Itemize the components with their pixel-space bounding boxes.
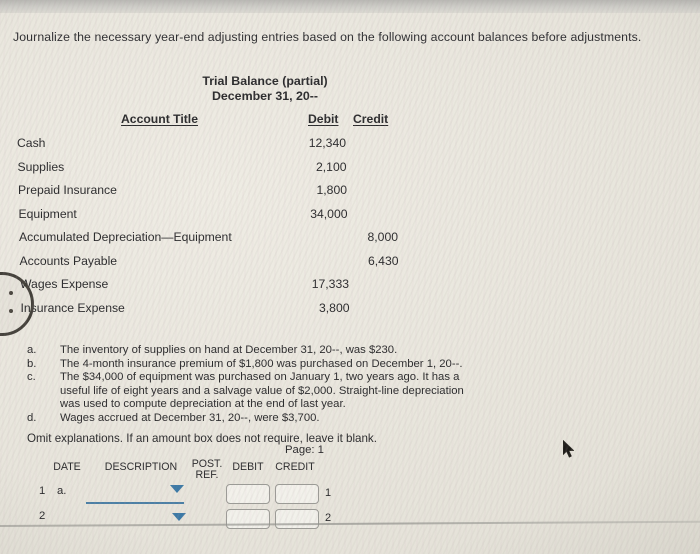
table-row: Cash 12,340	[0, 136, 420, 160]
account-name: Accounts Payable	[19, 253, 118, 268]
table-row: Equipment 34,000	[2, 207, 421, 231]
mouse-cursor-icon	[563, 440, 575, 458]
journal-debit-input[interactable]	[226, 509, 270, 529]
account-name: Insurance Expense	[20, 300, 125, 315]
exercise-content: Journalize the necessary year-end adjust…	[0, 0, 700, 554]
journal-header-post-ref: POST. REF.	[190, 459, 224, 481]
list-item-letter: c.	[27, 371, 36, 384]
journal-row-line-number: 2	[39, 510, 46, 522]
journal-header-post-ref-line2: REF.	[195, 469, 219, 481]
table-row: Prepaid Insurance 1,800	[1, 183, 420, 207]
account-name: Equipment	[18, 206, 77, 221]
screenshot-page: Journalize the necessary year-end adjust…	[0, 0, 700, 554]
list-item-text: Wages accrued at December 31, 20--, were…	[60, 411, 320, 424]
edge-annotation-dot	[9, 291, 13, 295]
omit-explanations-note: Omit explanations. If an amount box does…	[27, 431, 377, 445]
column-header-debit: Debit	[308, 112, 339, 126]
list-item: d. Wages accrued at December 31, 20--, w…	[27, 412, 487, 426]
account-debit: 12,340	[308, 136, 346, 150]
account-debit: 17,333	[311, 277, 349, 291]
account-debit: 1,800	[316, 183, 348, 197]
trial-balance-rows: Cash 12,340 Supplies 2,100 Prepaid Insur…	[0, 136, 420, 324]
journal-row-line-number: 1	[39, 485, 46, 497]
account-name: Supplies	[17, 159, 65, 174]
list-item: a. The inventory of supplies on hand at …	[27, 344, 487, 358]
journal-header-date: DATE	[53, 461, 81, 473]
journal-header-credit: CREDIT	[275, 461, 315, 473]
table-row: Wages Expense 17,333	[3, 277, 420, 301]
trial-balance-title-line1: Trial Balance (partial)	[202, 74, 328, 88]
list-item: b. The 4-month insurance premium of $1,8…	[27, 358, 487, 372]
journal-row-entry-letter: a.	[57, 485, 67, 497]
list-item-text: The inventory of supplies on hand at Dec…	[60, 344, 398, 356]
exercise-prompt: Journalize the necessary year-end adjust…	[13, 30, 642, 44]
account-credit: 8,000	[367, 230, 399, 244]
account-credit: 6,430	[368, 253, 399, 268]
list-item: c. The $34,000 of equipment was purchase…	[27, 371, 487, 412]
journal-row-number-right: 1	[325, 487, 332, 499]
journal-row: 2 2	[0, 509, 340, 535]
chevron-down-icon[interactable]	[170, 485, 184, 493]
journal-header-debit: DEBIT	[232, 461, 264, 473]
journal-debit-input[interactable]	[226, 484, 270, 504]
journal-header-description: DESCRIPTION	[104, 461, 178, 473]
chevron-down-icon[interactable]	[172, 513, 186, 521]
account-name: Prepaid Insurance	[18, 183, 117, 197]
list-item-letter: a.	[27, 344, 37, 356]
list-item-text: The $34,000 of equipment was purchased o…	[60, 371, 464, 411]
account-debit: 3,800	[319, 300, 350, 315]
table-row: Insurance Expense 3,800	[4, 301, 421, 325]
edge-annotation-dot	[9, 309, 13, 313]
table-row: Accumulated Depreciation—Equipment 8,000	[2, 230, 420, 254]
trial-balance-title-line2: December 31, 20--	[211, 89, 319, 103]
adjustments-list: a. The inventory of supplies on hand at …	[27, 344, 487, 445]
column-header-account-title: Account Title	[121, 112, 198, 126]
list-item-letter: d.	[27, 411, 37, 424]
account-debit: 2,100	[316, 159, 347, 174]
column-header-credit: Credit	[353, 112, 389, 126]
account-name: Accumulated Depreciation—Equipment	[19, 230, 232, 244]
journal-credit-input[interactable]	[275, 509, 319, 529]
list-item-letter: b.	[27, 357, 37, 370]
journal-row: 1 a. 1	[0, 484, 340, 510]
journal-page-label: Page: 1	[285, 444, 324, 456]
account-debit: 34,000	[310, 206, 348, 221]
journal-credit-input[interactable]	[275, 484, 319, 504]
account-name: Cash	[17, 136, 46, 150]
trial-balance-title: Trial Balance (partial) December 31, 20-…	[140, 74, 390, 104]
table-row: Supplies 2,100	[1, 160, 421, 184]
table-row: Accounts Payable 6,430	[3, 254, 421, 278]
account-name: Wages Expense	[20, 277, 109, 291]
list-item-text: The 4-month insurance premium of $1,800 …	[60, 357, 463, 370]
